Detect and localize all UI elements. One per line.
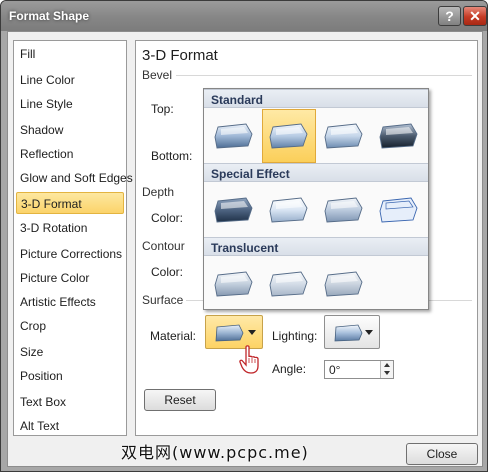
section-contour: Contour xyxy=(142,239,185,253)
category-item-picture-corrections[interactable]: Picture Corrections xyxy=(16,243,124,265)
material-swatch-icon xyxy=(324,271,363,297)
close-button[interactable]: Close xyxy=(406,443,478,465)
chevron-down-icon xyxy=(365,330,373,335)
gallery-heading-translucent: Translucent xyxy=(204,237,428,256)
angle-spinner[interactable]: 0° xyxy=(324,360,394,379)
close-icon: ✕ xyxy=(469,7,481,24)
hand-cursor-icon xyxy=(239,345,259,374)
material-option[interactable] xyxy=(207,109,261,163)
contour-color-label: Color: xyxy=(151,265,184,279)
category-item-alt-text[interactable]: Alt Text xyxy=(16,415,124,437)
category-item-3d-rotation[interactable]: 3-D Rotation xyxy=(16,217,124,239)
material-swatch-icon xyxy=(324,123,363,149)
material-swatch-icon xyxy=(214,271,253,297)
panel-title: 3-D Format xyxy=(142,47,218,64)
category-item-crop[interactable]: Crop xyxy=(16,315,124,337)
category-item-line-color[interactable]: Line Color xyxy=(16,69,124,91)
material-option[interactable] xyxy=(207,183,261,237)
category-item-reflection[interactable]: Reflection xyxy=(16,143,124,165)
material-dropdown[interactable] xyxy=(205,315,263,349)
bevel-top-label: Top: xyxy=(151,102,174,116)
section-bevel: Bevel xyxy=(142,68,173,82)
reset-button[interactable]: Reset xyxy=(144,389,216,411)
material-label: Material: xyxy=(150,329,197,343)
material-option[interactable] xyxy=(317,257,371,311)
material-swatch-icon xyxy=(269,197,308,223)
category-item-line-style[interactable]: Line Style xyxy=(16,93,124,115)
angle-label: Angle: xyxy=(272,362,307,376)
arrow-up-icon[interactable] xyxy=(384,363,390,367)
material-swatch-icon xyxy=(269,123,308,149)
gallery-heading-special-effect: Special Effect xyxy=(204,163,428,182)
help-button[interactable]: ? xyxy=(438,6,461,26)
material-option[interactable] xyxy=(262,109,316,163)
spin-arrows[interactable] xyxy=(380,361,393,378)
material-option[interactable] xyxy=(317,183,371,237)
category-item-glow-soft-edges[interactable]: Glow and Soft Edges xyxy=(16,167,133,189)
category-item-shadow[interactable]: Shadow xyxy=(16,119,124,141)
material-preview-icon xyxy=(212,323,246,346)
lighting-label: Lighting: xyxy=(272,329,318,343)
arrow-down-icon[interactable] xyxy=(384,371,390,375)
material-option[interactable] xyxy=(372,109,426,163)
chevron-down-icon xyxy=(248,330,256,335)
category-item-fill[interactable]: Fill xyxy=(16,43,124,65)
material-option[interactable] xyxy=(262,257,316,311)
material-swatch-icon xyxy=(214,197,253,223)
bevel-bottom-label: Bottom: xyxy=(151,149,193,163)
format-shape-dialog: Format Shape ? ✕ Fill Line Color Line St… xyxy=(0,0,488,472)
category-item-3d-format[interactable]: 3-D Format xyxy=(16,192,124,214)
material-option[interactable] xyxy=(262,183,316,237)
material-swatch-icon xyxy=(269,271,308,297)
material-swatch-icon xyxy=(324,197,363,223)
category-item-position[interactable]: Position xyxy=(16,365,124,387)
material-option[interactable] xyxy=(372,183,426,237)
depth-color-label: Color: xyxy=(151,211,184,225)
close-window-button[interactable]: ✕ xyxy=(463,6,487,26)
material-option[interactable] xyxy=(207,257,261,311)
material-option[interactable] xyxy=(317,109,371,163)
category-item-artistic-effects[interactable]: Artistic Effects xyxy=(16,291,124,313)
watermark: 双电网(www.pcpc.me) xyxy=(121,443,309,462)
material-swatch-icon xyxy=(379,197,418,223)
dialog-title: Format Shape xyxy=(9,9,90,23)
lighting-preview-icon xyxy=(331,323,365,346)
section-divider xyxy=(176,75,472,76)
material-gallery: Standard Special Effect Translucent xyxy=(203,88,429,310)
lighting-dropdown[interactable] xyxy=(324,315,380,349)
material-swatch-icon xyxy=(214,123,253,149)
help-icon: ? xyxy=(445,8,454,24)
category-item-picture-color[interactable]: Picture Color xyxy=(16,267,124,289)
title-bar[interactable]: Format Shape ? ✕ xyxy=(1,1,487,31)
material-swatch-icon xyxy=(379,123,418,149)
angle-value: 0° xyxy=(329,363,341,377)
category-item-text-box[interactable]: Text Box xyxy=(16,391,124,413)
section-surface: Surface xyxy=(142,293,184,307)
section-depth: Depth xyxy=(142,185,175,199)
gallery-heading-standard: Standard xyxy=(204,89,428,108)
category-item-size[interactable]: Size xyxy=(16,341,124,363)
category-list: Fill Line Color Line Style Shadow Reflec… xyxy=(13,40,133,437)
